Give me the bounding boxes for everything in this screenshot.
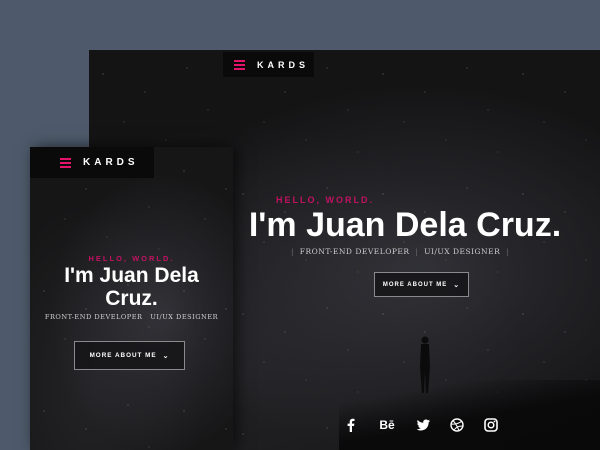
desktop-hero-title: I'm Juan Dela Cruz. [248, 206, 562, 244]
dribbble-icon[interactable] [450, 418, 464, 432]
menu-icon[interactable] [234, 58, 245, 72]
twitter-icon[interactable] [416, 418, 430, 432]
chevron-down-icon: ⌄ [453, 281, 461, 289]
behance-icon[interactable]: Bē [378, 418, 396, 432]
facebook-icon[interactable] [344, 418, 358, 432]
chevron-down-icon: ⌄ [162, 352, 170, 360]
instagram-icon[interactable] [484, 418, 498, 432]
menu-icon[interactable] [60, 156, 71, 170]
mobile-more-about-button[interactable]: MORE ABOUT ME ⌄ [74, 341, 185, 370]
hill-silhouette [339, 380, 600, 450]
mobile-hero-title: I'm Juan Dela Cruz. [64, 264, 199, 310]
mobile-preview: KARDS HELLO, WORLD. I'm Juan Dela Cruz. … [30, 147, 233, 450]
desktop-navbar: KARDS [223, 52, 314, 77]
role-uiux: UI/UX DESIGNER [150, 313, 219, 321]
role-uiux: UI/UX DESIGNER [424, 247, 501, 256]
desktop-roles: | FRONT-END DEVELOPER | UI/UX DESIGNER | [290, 247, 510, 256]
role-frontend: FRONT-END DEVELOPER [44, 313, 143, 321]
desktop-more-about-button[interactable]: MORE ABOUT ME ⌄ [374, 272, 469, 297]
mobile-roles: FRONT-END DEVELOPER UI/UX DESIGNER [30, 313, 233, 321]
brand-logo[interactable]: KARDS [83, 157, 139, 168]
mobile-hello-text: HELLO, WORLD. [88, 254, 175, 263]
mobile-navbar: KARDS [30, 147, 154, 178]
role-frontend: FRONT-END DEVELOPER [299, 247, 410, 256]
person-silhouette [420, 336, 430, 393]
brand-logo[interactable]: KARDS [257, 60, 309, 70]
social-links: Bē [344, 418, 498, 432]
